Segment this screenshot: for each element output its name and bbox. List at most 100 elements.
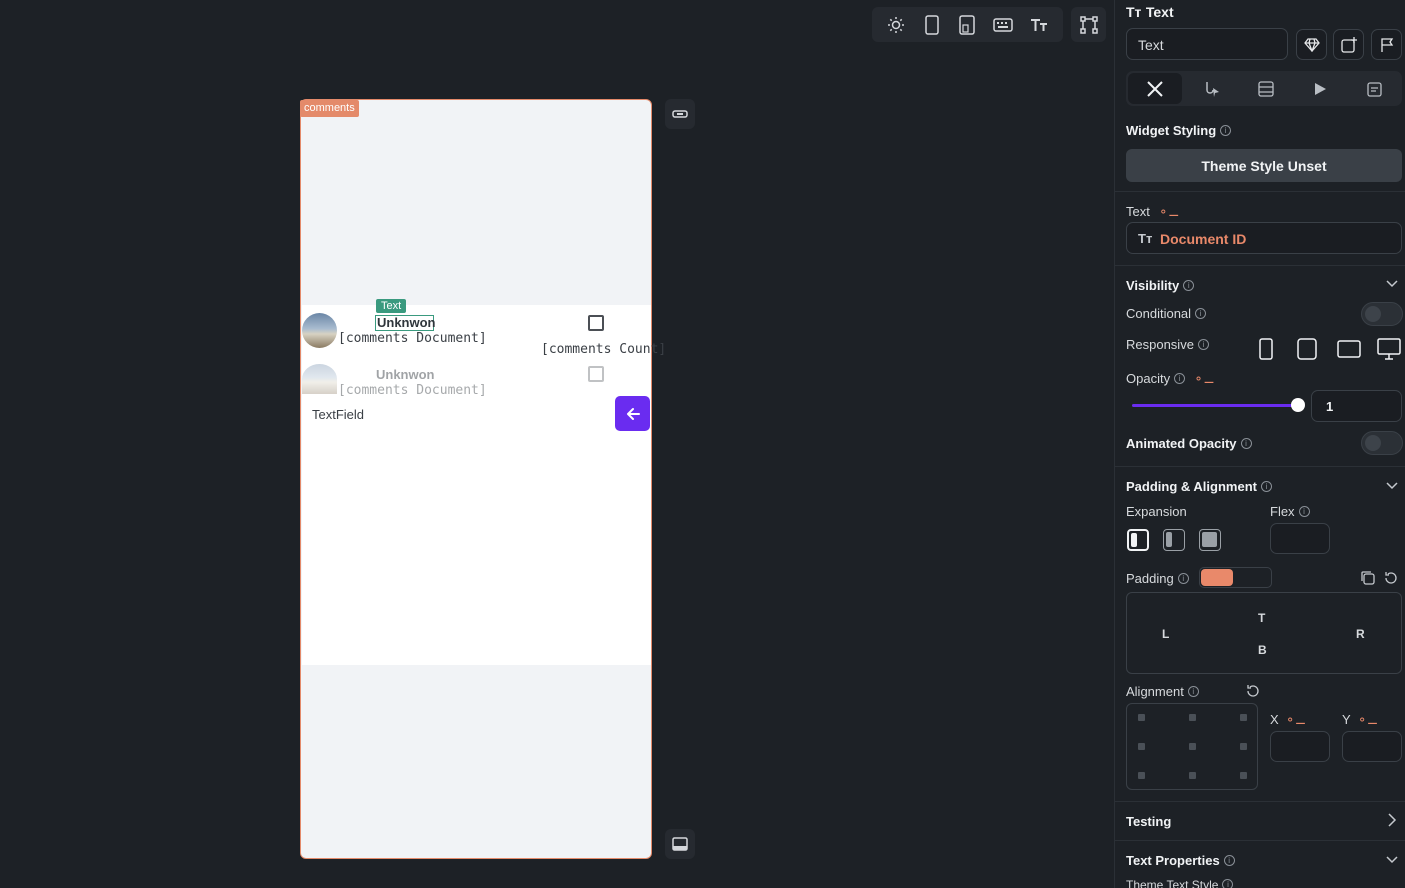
add-component-icon[interactable] <box>1333 29 1364 60</box>
reset-icon[interactable] <box>1245 683 1261 704</box>
variable-icon[interactable]: ⚬⚊ <box>1285 713 1306 727</box>
info-icon[interactable]: i <box>1174 373 1186 385</box>
checkbox[interactable] <box>588 315 604 331</box>
align-dot[interactable] <box>1189 772 1196 779</box>
row-count[interactable]: [comments Count] <box>541 342 666 357</box>
widget-name-value[interactable]: Text <box>1138 37 1164 53</box>
expansion-flexible-icon[interactable] <box>1163 529 1185 551</box>
padding-individual-icon[interactable] <box>1201 569 1233 586</box>
visibility-label: Visibility <box>1126 278 1180 293</box>
opacity-input[interactable]: 1 <box>1311 390 1402 422</box>
opacity-slider[interactable] <box>1132 404 1297 407</box>
padding-top[interactable]: T <box>1258 611 1265 625</box>
align-dot[interactable] <box>1138 714 1145 721</box>
flex-input[interactable] <box>1270 523 1330 554</box>
opacity-slider-thumb[interactable] <box>1291 398 1305 412</box>
align-dot[interactable] <box>1240 772 1247 779</box>
text-size-icon[interactable] <box>1024 10 1054 40</box>
padding-left[interactable]: L <box>1162 627 1169 641</box>
padding-editor[interactable]: T L R B <box>1126 592 1402 674</box>
align-dot[interactable] <box>1240 743 1247 750</box>
animated-opacity-toggle[interactable] <box>1361 431 1403 455</box>
alignment-grid[interactable] <box>1126 703 1258 790</box>
variable-icon[interactable]: ⚬⚊ <box>1158 205 1179 219</box>
keyboard-icon[interactable] <box>988 10 1018 40</box>
tab-database[interactable] <box>1239 71 1293 106</box>
diamond-icon[interactable] <box>1296 29 1327 60</box>
info-icon[interactable]: i <box>1240 438 1252 450</box>
info-icon[interactable]: i <box>1298 506 1310 518</box>
widget-name-field[interactable]: Text <box>1126 28 1288 60</box>
reset-icon[interactable] <box>1383 570 1399 591</box>
chevron-down-icon[interactable] <box>1385 276 1399 292</box>
chevron-down-icon[interactable] <box>1385 852 1399 868</box>
padding-right[interactable]: R <box>1356 627 1365 641</box>
info-icon[interactable]: i <box>1223 855 1235 867</box>
info-icon[interactable]: i <box>1222 879 1234 888</box>
expansion-default-icon[interactable] <box>1127 529 1149 551</box>
sun-icon[interactable] <box>881 10 911 40</box>
expansion-expanded-icon[interactable] <box>1199 529 1221 551</box>
theme-style-button[interactable]: Theme Style Unset <box>1126 149 1402 182</box>
conditional-label: Conditional <box>1126 306 1192 321</box>
tab-actions[interactable] <box>1293 71 1347 106</box>
conditional-toggle[interactable] <box>1361 302 1403 326</box>
text-value-field[interactable]: Tт Document ID <box>1126 222 1402 254</box>
alignment-x-input[interactable] <box>1270 731 1330 762</box>
variable-icon[interactable]: ⚬⚊ <box>1357 713 1378 727</box>
bottom-bar-icon[interactable] <box>665 829 695 859</box>
info-icon[interactable]: i <box>1260 481 1272 493</box>
tab-properties[interactable] <box>1128 73 1183 104</box>
tab-backend-query[interactable] <box>1184 71 1238 106</box>
text-type-icon: Tт <box>1126 4 1142 20</box>
text-value[interactable]: Document ID <box>1160 231 1246 247</box>
align-dot[interactable] <box>1240 714 1247 721</box>
info-icon[interactable]: i <box>1197 339 1209 351</box>
arrow-left-icon <box>626 407 640 420</box>
padding-mode-toggle[interactable] <box>1199 567 1272 588</box>
divider <box>1115 801 1405 802</box>
testing-label: Testing <box>1126 814 1172 829</box>
database-icon <box>1258 80 1274 97</box>
responsive-desktop-icon[interactable] <box>1377 338 1401 365</box>
divider <box>1115 265 1405 266</box>
align-dot[interactable] <box>1189 714 1196 721</box>
responsive-label: Responsive <box>1126 337 1194 352</box>
divider <box>1115 191 1405 192</box>
variable-icon[interactable]: ⚬⚊ <box>1194 372 1215 386</box>
tablet-icon[interactable] <box>952 10 982 40</box>
phone-canvas[interactable] <box>300 99 652 859</box>
widget-tree-icon[interactable] <box>1071 7 1106 42</box>
info-icon[interactable]: i <box>1195 308 1207 320</box>
avatar <box>302 364 337 394</box>
padding-bottom[interactable]: B <box>1258 643 1267 657</box>
chevron-down-icon[interactable] <box>1385 478 1399 494</box>
panel-tabs <box>1126 71 1402 106</box>
phone-icon[interactable] <box>917 10 947 40</box>
send-button[interactable] <box>615 396 650 431</box>
row-subtitle[interactable]: [comments Document] <box>338 331 487 346</box>
responsive-tablet-icon[interactable] <box>1297 338 1317 365</box>
resize-handle-icon[interactable] <box>665 99 695 129</box>
tab-notes[interactable] <box>1348 71 1402 106</box>
info-icon[interactable]: i <box>1187 686 1199 698</box>
row-title[interactable]: Unknwon <box>377 315 436 330</box>
info-icon[interactable]: i <box>1183 280 1195 292</box>
padding-label: Padding <box>1126 571 1174 586</box>
info-icon[interactable]: i <box>1177 573 1189 585</box>
align-dot[interactable] <box>1138 743 1145 750</box>
alignment-label: Alignment <box>1126 684 1184 699</box>
flag-icon[interactable] <box>1371 29 1402 60</box>
responsive-phone-icon[interactable] <box>1259 338 1273 365</box>
info-icon[interactable]: i <box>1220 125 1232 137</box>
opacity-value[interactable]: 1 <box>1326 399 1333 414</box>
chevron-right-icon[interactable] <box>1387 812 1397 831</box>
alignment-y-input[interactable] <box>1342 731 1402 762</box>
responsive-landscape-icon[interactable] <box>1337 340 1361 363</box>
play-icon <box>1315 82 1327 95</box>
textfield[interactable]: TextField <box>312 407 364 422</box>
align-dot[interactable] <box>1189 743 1196 750</box>
y-label: Y <box>1342 712 1351 727</box>
copy-icon[interactable] <box>1360 570 1376 591</box>
align-dot[interactable] <box>1138 772 1145 779</box>
